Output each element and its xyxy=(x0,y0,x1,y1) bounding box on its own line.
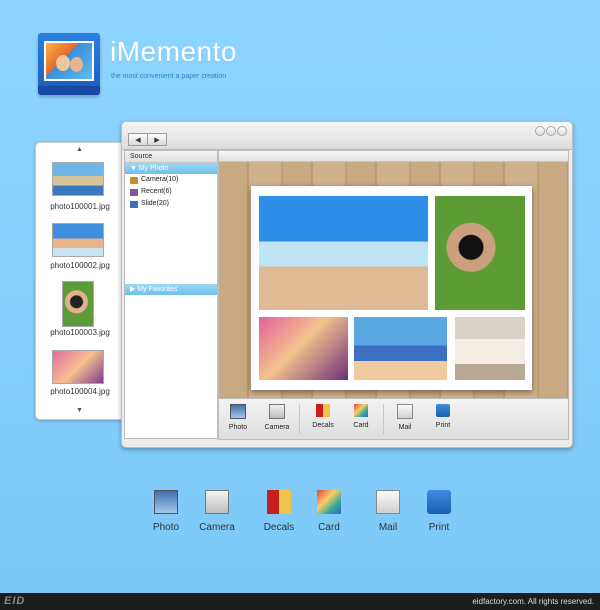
camera-icon xyxy=(269,404,285,419)
recent-icon xyxy=(130,188,138,196)
bottom-mail-button[interactable]: Mail xyxy=(363,490,413,533)
decals-icon xyxy=(316,404,330,417)
sidebar-item-label: Camera(10) xyxy=(141,176,179,183)
sidebar-group-my-photo[interactable]: ▼ My Photo xyxy=(125,163,217,174)
sidebar-header: Source xyxy=(125,151,217,163)
bottom-card-button[interactable]: Card xyxy=(304,490,354,533)
scroll-up-arrow-icon[interactable]: ▲ xyxy=(76,146,83,153)
bottom-camera-button[interactable]: Camera xyxy=(192,490,242,533)
collage-photo-friends[interactable] xyxy=(259,317,348,380)
sidebar-item-label: Recent(6) xyxy=(141,188,172,195)
card-icon xyxy=(317,490,341,514)
forward-button[interactable]: ▶ xyxy=(147,133,167,146)
app-logo xyxy=(38,33,100,95)
window-titlebar: ◀ ▶ xyxy=(122,122,572,150)
footer-bar: EID eidfactory.com. All rights reserved. xyxy=(0,593,600,610)
collage-photo-angels[interactable] xyxy=(455,317,525,380)
close-button[interactable] xyxy=(557,126,567,136)
bottom-print-button[interactable]: Print xyxy=(414,490,464,533)
main-window: ◀ ▶ Source ▼ My Photo Camera(10) Recent(… xyxy=(121,121,573,448)
photo-icon xyxy=(230,404,246,419)
thumbnail-image[interactable] xyxy=(62,281,94,327)
app-title: iMemento xyxy=(110,36,237,67)
footer-copyright: eidfactory.com. All rights reserved. xyxy=(472,597,594,606)
footer-logo: EID xyxy=(4,595,26,607)
mail-icon xyxy=(376,490,400,514)
decals-icon xyxy=(267,490,291,514)
bottom-decals-button[interactable]: Decals xyxy=(254,490,304,533)
thumbnail-panel: ▲ photo100001.jpg photo100002.jpg photo1… xyxy=(35,142,125,420)
source-sidebar: Source ▼ My Photo Camera(10) Recent(6) S… xyxy=(124,150,218,439)
toolbar-card-button[interactable]: Card xyxy=(344,402,378,438)
thumbnail-label: photo100001.jpg xyxy=(50,202,110,211)
toolbar-print-button[interactable]: Print xyxy=(426,402,460,438)
minimize-button[interactable] xyxy=(535,126,545,136)
app-tagline: the most convenient a paper creation xyxy=(111,73,227,80)
sidebar-item-recent[interactable]: Recent(6) xyxy=(125,186,217,198)
card-icon xyxy=(354,404,368,417)
sidebar-item-camera[interactable]: Camera(10) xyxy=(125,174,217,186)
toolbar-camera-button[interactable]: Camera xyxy=(260,402,294,438)
scroll-down-arrow-icon[interactable]: ▼ xyxy=(76,407,83,414)
thumbnail-label: photo100004.jpg xyxy=(50,387,110,396)
toolbar-photo-button[interactable]: Photo xyxy=(221,402,255,438)
zoom-button[interactable] xyxy=(546,126,556,136)
thumbnail-label: photo100003.jpg xyxy=(50,328,110,337)
thumbnail-image[interactable] xyxy=(52,223,104,257)
collage-photo-beach[interactable] xyxy=(259,196,428,310)
bottom-photo-button[interactable]: Photo xyxy=(141,490,191,533)
collage-card[interactable] xyxy=(251,186,532,390)
canvas-area xyxy=(218,150,569,399)
mail-icon xyxy=(397,404,413,419)
toolbar-decals-button[interactable]: Decals xyxy=(306,402,340,438)
collage-photo-camera-kid[interactable] xyxy=(435,196,525,310)
camera-icon xyxy=(205,490,229,514)
print-icon xyxy=(427,490,451,514)
photo-icon xyxy=(154,490,178,514)
thumbnail-image[interactable] xyxy=(52,350,104,384)
collage-photo-cheering[interactable] xyxy=(354,317,447,380)
sidebar-item-slide[interactable]: Slide(20) xyxy=(125,198,217,210)
logo-photo xyxy=(44,41,94,81)
slide-icon xyxy=(130,200,138,208)
wood-background xyxy=(219,162,568,398)
camera-icon xyxy=(130,176,138,184)
back-button[interactable]: ◀ xyxy=(128,133,148,146)
sidebar-group-my-favorites[interactable]: ▶ My Favorites xyxy=(125,284,217,295)
sidebar-item-label: Slide(20) xyxy=(141,200,170,207)
thumbnail-label: photo100002.jpg xyxy=(50,261,110,270)
thumbnail-image[interactable] xyxy=(52,162,104,196)
window-toolbar: Photo Camera Decals Card Mail Print xyxy=(218,398,569,440)
print-icon xyxy=(436,404,450,417)
toolbar-mail-button[interactable]: Mail xyxy=(388,402,422,438)
